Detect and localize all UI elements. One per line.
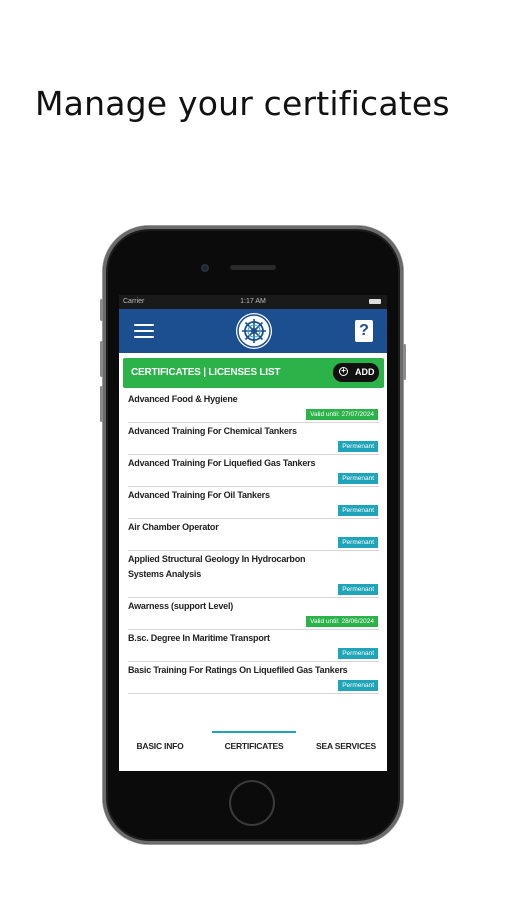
certificate-name: Basic Training For Ratings On Liquefiled… <box>128 665 348 675</box>
home-button[interactable] <box>229 780 275 826</box>
permanent-badge: Permenant <box>338 537 378 548</box>
tab-basic-info[interactable]: BASIC INFO <box>119 731 201 771</box>
certificate-name: Advanced Food & Hygiene <box>128 394 238 404</box>
front-camera <box>201 264 209 272</box>
battery-icon <box>369 299 381 304</box>
certificate-item[interactable]: Applied Structural Geology In Hydrocarbo… <box>128 551 379 598</box>
phone-screen: Carrier 1:17 AM ? CERTIFICATES | LICENSE… <box>119 295 387 771</box>
certificate-item[interactable]: Awarness (support Level) Valid until: 28… <box>128 598 379 630</box>
app-bar: ? <box>119 309 387 353</box>
certificate-name: Air Chamber Operator <box>128 522 219 532</box>
certificate-item[interactable]: Advanced Training For Chemical Tankers P… <box>128 423 379 455</box>
permanent-badge: Permenant <box>338 505 378 516</box>
list-title: CERTIFICATES | LICENSES LIST <box>131 367 281 378</box>
certificate-name: Applied Structural Geology In Hydrocarbo… <box>128 554 306 579</box>
add-certificate-button[interactable]: + ADD <box>333 363 379 382</box>
power-button <box>403 344 406 380</box>
permanent-badge: Permenant <box>338 680 378 691</box>
ship-wheel-logo-icon <box>236 313 272 349</box>
earpiece-speaker <box>230 265 276 270</box>
hamburger-menu-icon[interactable] <box>134 324 156 340</box>
volume-down-button <box>100 386 103 422</box>
tab-certificates[interactable]: CERTIFICATES <box>212 731 296 771</box>
certificate-item[interactable]: Basic Training For Ratings On Liquefiled… <box>128 662 379 694</box>
status-time: 1:17 AM <box>240 298 266 305</box>
active-tab-indicator <box>212 731 296 733</box>
validity-badge: Valid until: 27/07/2024 <box>306 409 378 420</box>
certificate-name: Advanced Training For Liquefied Gas Tank… <box>128 458 316 468</box>
certificate-list: Advanced Food & Hygiene Valid until: 27/… <box>128 391 379 694</box>
add-button-label: ADD <box>355 367 375 377</box>
plus-circle-icon: + <box>339 367 348 376</box>
certificate-item[interactable]: Air Chamber Operator Permenant <box>128 519 379 551</box>
permanent-badge: Permenant <box>338 441 378 452</box>
permanent-badge: Permenant <box>338 648 378 659</box>
certificate-name: B.sc. Degree In Maritime Transport <box>128 633 270 643</box>
tab-label: SEA SERVICES <box>316 741 376 751</box>
validity-badge: Valid until: 28/06/2024 <box>306 616 378 627</box>
certificates-list-header: CERTIFICATES | LICENSES LIST + ADD <box>123 358 384 388</box>
certificate-item[interactable]: Advanced Food & Hygiene Valid until: 27/… <box>128 391 379 423</box>
tab-label: BASIC INFO <box>136 741 184 751</box>
permanent-badge: Permenant <box>338 473 378 484</box>
certificate-name: Advanced Training For Chemical Tankers <box>128 426 297 436</box>
mute-switch <box>100 299 103 321</box>
certificate-name: Advanced Training For Oil Tankers <box>128 490 270 500</box>
help-icon[interactable]: ? <box>355 320 373 342</box>
phone-frame: Carrier 1:17 AM ? CERTIFICATES | LICENSE… <box>100 226 406 844</box>
permanent-badge: Permenant <box>338 584 378 595</box>
certificate-name: Awarness (support Level) <box>128 601 234 611</box>
page-headline: Manage your certificates <box>35 84 450 123</box>
volume-up-button <box>100 341 103 377</box>
certificate-item[interactable]: Advanced Training For Oil Tankers Permen… <box>128 487 379 519</box>
certificate-item[interactable]: B.sc. Degree In Maritime Transport Perme… <box>128 630 379 662</box>
certificate-item[interactable]: Advanced Training For Liquefied Gas Tank… <box>128 455 379 487</box>
bottom-tab-bar: BASIC INFO CERTIFICATES SEA SERVICES <box>119 731 387 771</box>
status-bar: Carrier 1:17 AM <box>119 295 387 309</box>
tab-sea-services[interactable]: SEA SERVICES <box>305 731 387 771</box>
tab-label: CERTIFICATES <box>224 741 284 751</box>
